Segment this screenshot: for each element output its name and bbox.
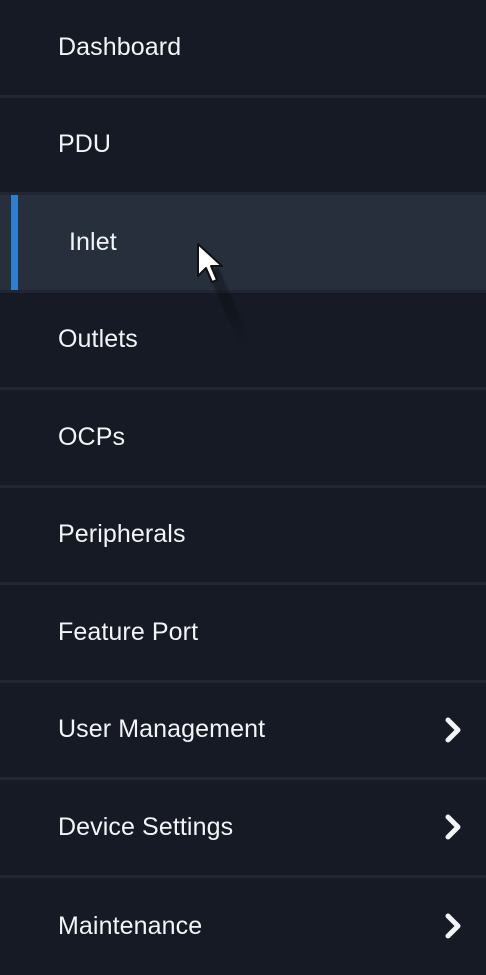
sidebar-item-user-management[interactable]: User Management	[0, 682, 486, 780]
sidebar-item-label: OCPs	[58, 422, 126, 451]
sidebar-item-label: Inlet	[69, 227, 117, 256]
chevron-right-icon	[440, 813, 466, 841]
sidebar-item-ocps[interactable]: OCPs	[0, 390, 486, 488]
sidebar-item-label: Device Settings	[58, 812, 234, 841]
sidebar-item-dashboard[interactable]: Dashboard	[0, 0, 486, 98]
sidebar-nav: Dashboard PDU Inlet Outlets OCPs Periphe…	[0, 0, 486, 975]
sidebar-item-label: Feature Port	[58, 617, 199, 646]
chevron-right-icon	[440, 716, 466, 744]
sidebar-item-label: Peripherals	[58, 520, 186, 549]
sidebar-item-outlets[interactable]: Outlets	[0, 292, 486, 390]
sidebar-item-peripherals[interactable]: Peripherals	[0, 487, 486, 585]
sidebar-item-maintenance[interactable]: Maintenance	[0, 877, 486, 975]
sidebar-item-label: Outlets	[58, 325, 138, 354]
sidebar-item-label: User Management	[58, 715, 266, 744]
sidebar-item-pdu[interactable]: PDU	[0, 97, 486, 195]
chevron-right-icon	[440, 912, 466, 940]
sidebar-item-label: Dashboard	[58, 32, 182, 61]
sidebar-item-inlet[interactable]: Inlet	[0, 195, 486, 293]
sidebar-item-label: Maintenance	[58, 911, 203, 940]
sidebar-item-label: PDU	[58, 130, 112, 159]
sidebar-item-device-settings[interactable]: Device Settings	[0, 780, 486, 878]
sidebar-item-feature-port[interactable]: Feature Port	[0, 585, 486, 683]
